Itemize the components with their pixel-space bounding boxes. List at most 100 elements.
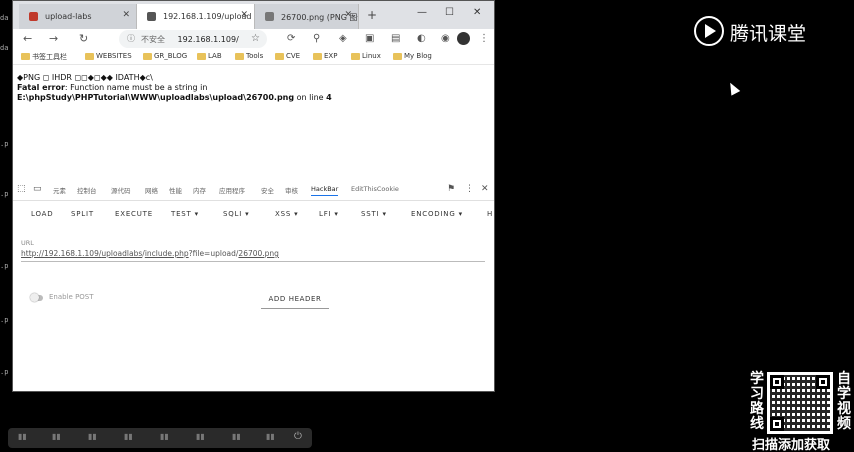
tab-include-page[interactable]: 192.168.1.109/upload ✕ — [137, 4, 255, 29]
bookmark-item[interactable]: CVE — [275, 52, 300, 60]
folder-icon — [275, 53, 284, 60]
devtools-tab[interactable]: EditThisCookie — [351, 185, 399, 193]
video-player-bar: ▮▮ ▮▮ ▮▮ ▮▮ ▮▮ ▮▮ ▮▮ ▮▮ ⏻ — [8, 428, 312, 448]
extension-icon[interactable]: ▤ — [391, 33, 400, 44]
folder-icon — [235, 53, 244, 60]
navigation-toolbar: ← → ↻ ⓘ 不安全 192.168.1.109/ ☆ ⟳ ⚲ ◈ ▣ ▤ ◐… — [13, 29, 494, 49]
extension-icon[interactable]: ⟳ — [287, 33, 295, 44]
menu-icon[interactable]: ⋮ — [479, 33, 489, 44]
player-icon[interactable]: ▮▮ — [266, 432, 275, 441]
url-segment: ?file=upload/ — [188, 249, 239, 258]
player-icon[interactable]: ▮▮ — [160, 432, 169, 441]
bookmark-item[interactable]: WEBSITES — [85, 52, 132, 60]
error-text: : Function name must be a string in — [64, 83, 208, 92]
devtools-tabs: ⬚ ▭ 元素 控制台 源代码 网络 性能 内存 应用程序 安全 审核 HackB… — [13, 179, 494, 201]
more-menu[interactable]: H — [487, 210, 493, 218]
minimize-icon[interactable]: — — [417, 7, 427, 18]
devtools-tab[interactable]: 网络 — [145, 185, 158, 195]
page-content: ◆PNG ◻ IHDR ◻◻◆◻◆◆ IDATH◆c\ Fatal error:… — [13, 67, 494, 179]
devtools-tab[interactable]: 内存 — [193, 185, 206, 195]
promo-caption: 扫描添加获取 — [752, 438, 831, 452]
player-icon[interactable]: ▮▮ — [52, 432, 61, 441]
address-bar[interactable]: ⓘ 不安全 192.168.1.109/ — [119, 30, 267, 48]
url-segment: http://192.168.1.109/ — [21, 249, 102, 258]
sqli-menu[interactable]: SQLI ▾ — [223, 210, 249, 218]
url-input[interactable]: http://192.168.1.109/uploadlabs/include.… — [21, 249, 485, 262]
load-button[interactable]: LOAD — [31, 210, 53, 218]
enable-post-toggle[interactable] — [30, 293, 43, 302]
hackbar-menu: LOAD SPLIT EXECUTE TEST ▾ SQLI ▾ XSS ▾ L… — [13, 201, 494, 229]
test-menu[interactable]: TEST ▾ — [171, 210, 199, 218]
extension-icon[interactable]: ◈ — [339, 33, 347, 44]
close-icon[interactable]: ✕ — [122, 10, 130, 20]
power-icon[interactable]: ⏻ — [294, 431, 302, 442]
avatar[interactable] — [457, 32, 470, 45]
devtools-tab[interactable]: 控制台 — [77, 185, 97, 195]
bookmark-item[interactable]: LAB — [197, 52, 222, 60]
player-icon[interactable]: ▮▮ — [196, 432, 205, 441]
favicon-icon — [147, 12, 156, 21]
folder-icon — [21, 53, 30, 60]
player-icon[interactable]: ▮▮ — [88, 432, 97, 441]
background-desktop-strip: da da .p .p .p .p .p — [0, 0, 12, 452]
desktop-label: da — [0, 14, 9, 22]
brand-name: 腾讯课堂 — [730, 23, 807, 45]
address-url: 192.168.1.109/ — [177, 35, 239, 44]
more-icon[interactable]: ⋮ — [465, 184, 474, 194]
player-icon[interactable]: ▮▮ — [232, 432, 241, 441]
split-button[interactable]: SPLIT — [71, 210, 94, 218]
close-devtools-icon[interactable]: ✕ — [481, 184, 489, 194]
desktop-label: .p — [0, 368, 9, 376]
folder-icon — [393, 53, 402, 60]
lfi-menu[interactable]: LFI ▾ — [319, 210, 339, 218]
devtools-tab[interactable]: 审核 — [285, 185, 298, 195]
devtools-tab[interactable]: 性能 — [169, 185, 182, 195]
new-tab-plus-icon[interactable]: + — [367, 8, 377, 22]
bookmark-item[interactable]: EXP — [313, 52, 337, 60]
execute-button[interactable]: EXECUTE — [115, 210, 153, 218]
bookmark-item[interactable]: Linux — [351, 52, 381, 60]
info-icon[interactable]: ⓘ — [127, 33, 135, 44]
tab-upload-labs[interactable]: upload-labs ✕ — [19, 4, 137, 29]
desktop-label: .p — [0, 316, 9, 324]
bookmark-item[interactable]: GR_BLOG — [143, 52, 187, 60]
devtools-tab[interactable]: 元素 — [53, 185, 66, 195]
devtools-panel: ⬚ ▭ 元素 控制台 源代码 网络 性能 内存 应用程序 安全 审核 HackB… — [13, 179, 494, 391]
star-icon[interactable]: ☆ — [251, 33, 260, 44]
devtools-tab-hackbar[interactable]: HackBar — [311, 185, 339, 196]
extension-icon[interactable]: ▣ — [365, 33, 374, 44]
close-icon[interactable]: ✕ — [240, 10, 248, 20]
player-icon[interactable]: ▮▮ — [18, 432, 27, 441]
window-close-icon[interactable]: ✕ — [473, 7, 481, 18]
add-header-button[interactable]: ADD HEADER — [261, 293, 329, 309]
bookmark-item[interactable]: My Blog — [393, 52, 432, 60]
forward-icon[interactable]: → — [49, 32, 58, 45]
url-label: URL — [21, 239, 34, 247]
xss-menu[interactable]: XSS ▾ — [275, 210, 298, 218]
tab-bar: upload-labs ✕ 192.168.1.109/upload ✕ 267… — [13, 1, 494, 29]
tab-png-image[interactable]: 26700.png (PNG 图像) ✕ — [255, 4, 359, 29]
back-icon[interactable]: ← — [23, 32, 32, 45]
inspect-icon[interactable]: ⬚ — [17, 184, 26, 194]
bookmark-item[interactable]: Tools — [235, 52, 263, 60]
reload-icon[interactable]: ↻ — [79, 32, 88, 45]
device-toggle-icon[interactable]: ▭ — [33, 184, 42, 194]
extension-icon[interactable]: ⚲ — [313, 33, 320, 44]
play-logo-icon — [694, 16, 724, 46]
error-location: E:\phpStudy\PHPTutorial\WWW\uploadlabs\u… — [17, 93, 490, 103]
devtools-tab[interactable]: 安全 — [261, 185, 274, 195]
bookmark-item[interactable]: 书签工具栏 — [21, 52, 67, 62]
extension-icon[interactable]: ◉ — [441, 33, 450, 44]
folder-icon — [143, 53, 152, 60]
feedback-icon[interactable]: ⚑ — [447, 184, 455, 194]
extension-icon[interactable]: ◐ — [417, 33, 426, 44]
close-icon[interactable]: ✕ — [344, 10, 352, 20]
player-icon[interactable]: ▮▮ — [124, 432, 133, 441]
devtools-tab[interactable]: 应用程序 — [219, 185, 245, 195]
folder-icon — [313, 53, 322, 60]
error-message: Fatal error: Function name must be a str… — [17, 83, 490, 93]
devtools-tab[interactable]: 源代码 — [111, 185, 131, 195]
encoding-menu[interactable]: ENCODING ▾ — [411, 210, 463, 218]
ssti-menu[interactable]: SSTI ▾ — [361, 210, 387, 218]
maximize-icon[interactable]: ☐ — [445, 7, 454, 18]
